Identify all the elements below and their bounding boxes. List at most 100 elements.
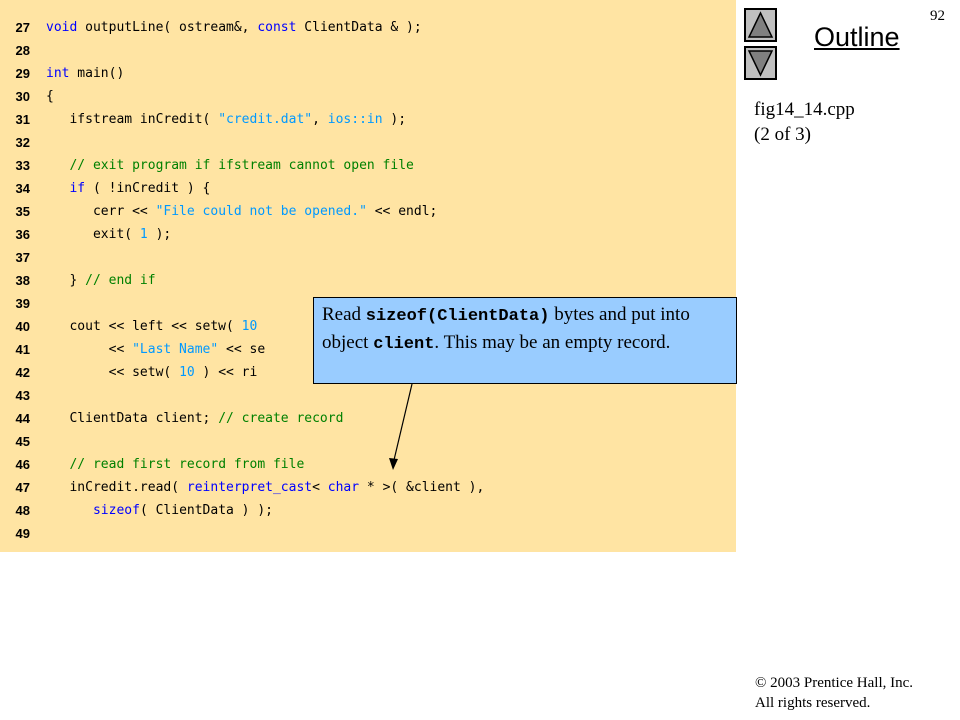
line-number: 32	[15, 135, 30, 150]
code-token: << se	[218, 342, 266, 357]
code-token: ClientData client;	[46, 411, 219, 426]
code-token: exit(	[46, 227, 140, 242]
code-panel: 27 void outputLine( ostream&, const Clien…	[0, 0, 736, 552]
code-text: exit( 1 );	[46, 223, 171, 246]
code-token: void	[46, 20, 78, 35]
code-token: // end if	[85, 273, 156, 288]
previous-slide-button[interactable]	[744, 8, 777, 42]
code-token: inCredit.read(	[46, 480, 187, 495]
code-token: int	[46, 66, 70, 81]
code-text: cerr << "File could not be opened." << e…	[46, 200, 437, 223]
code-token: // exit program if ifstream cannot open …	[69, 158, 414, 173]
code-text: << "Last Name" << se	[46, 338, 266, 361]
line-number: 39	[15, 296, 30, 311]
copyright-line-1: © 2003 Prentice Hall, Inc.	[755, 675, 914, 691]
code-token: // read first record from file	[69, 457, 305, 472]
code-token: reinterpret_cast	[186, 480, 313, 495]
line-number: 40	[15, 319, 30, 334]
next-slide-button[interactable]	[744, 46, 777, 80]
code-token: ClientData & );	[296, 20, 422, 35]
line-number: 27	[15, 20, 30, 35]
code-token: main()	[69, 66, 125, 81]
code-token: "credit.dat"	[218, 112, 313, 127]
code-token: * >( &client ),	[359, 480, 485, 495]
code-token: <<	[46, 342, 133, 357]
line-number: 45	[15, 434, 30, 449]
code-token: cerr <<	[46, 204, 156, 219]
code-token: << endl;	[366, 204, 438, 219]
code-text: // read first record from file	[46, 453, 304, 476]
code-text: sizeof( ClientData ) );	[46, 499, 273, 522]
line-number: 46	[15, 457, 30, 472]
outline-link[interactable]: Outline	[814, 22, 900, 53]
code-token: ) << ri	[194, 365, 258, 380]
line-number: 49	[15, 526, 30, 541]
code-text: cout << left << setw( 10	[46, 315, 257, 338]
triangle-up-icon	[746, 10, 775, 40]
code-text: ClientData client; // create record	[46, 407, 343, 430]
code-text: ifstream inCredit( "credit.dat", ios::in…	[46, 108, 406, 131]
code-token: ios::in	[327, 112, 383, 127]
file-name: fig14_14.cpp	[754, 99, 855, 120]
copyright-line-2: All rights reserved.	[755, 695, 871, 711]
triangle-down-icon	[746, 48, 775, 78]
line-number: 48	[15, 503, 30, 518]
line-number: 43	[15, 388, 30, 403]
code-token: ( !inCredit ) {	[85, 181, 211, 196]
line-number: 38	[15, 273, 30, 288]
callout-text-3: . This may be an empty record.	[434, 332, 671, 353]
code-token: if	[69, 181, 86, 196]
callout-box: Read sizeof(ClientData) bytes and put in…	[313, 297, 737, 384]
code-token: << setw(	[46, 365, 180, 380]
code-text: if ( !inCredit ) {	[46, 177, 210, 200]
line-number: 35	[15, 204, 30, 219]
line-number: 31	[15, 112, 30, 127]
line-number: 42	[15, 365, 30, 380]
line-number: 36	[15, 227, 30, 242]
code-token: 10	[241, 319, 258, 334]
code-token: <	[312, 480, 328, 495]
code-text: void outputLine( ostream&, const ClientD…	[46, 16, 422, 39]
callout-code-2: client	[373, 335, 435, 354]
line-number: 37	[15, 250, 30, 265]
file-label: fig14_14.cpp (2 of 3)	[754, 97, 855, 147]
code-token: }	[46, 273, 86, 288]
callout-code-1: sizeof(ClientData)	[365, 307, 550, 326]
code-token: sizeof	[92, 503, 140, 518]
line-number: 33	[15, 158, 30, 173]
code-text: inCredit.read( reinterpret_cast< char * …	[46, 476, 484, 499]
code-token: ( ClientData ) );	[139, 503, 273, 518]
code-token: cout << left << setw(	[46, 319, 242, 334]
code-text: } // end if	[46, 269, 156, 292]
code-text: << setw( 10 ) << ri	[46, 361, 258, 384]
code-token: );	[382, 112, 407, 127]
code-token: char	[327, 480, 360, 495]
line-number: 47	[15, 480, 30, 495]
code-text: int main()	[46, 62, 124, 85]
code-token: 10	[179, 365, 195, 380]
line-number: 29	[15, 66, 30, 81]
code-text: {	[46, 85, 54, 108]
code-token: ifstream inCredit(	[46, 112, 219, 127]
code-token: const	[257, 20, 297, 35]
copyright: © 2003 Prentice Hall, Inc. All rights re…	[755, 673, 913, 713]
line-number: 28	[15, 43, 30, 58]
line-number: 41	[15, 342, 30, 357]
code-token: "File could not be opened."	[155, 204, 367, 219]
code-token: 1	[139, 227, 148, 242]
code-token: );	[147, 227, 172, 242]
code-token: outputLine( ostream&,	[77, 20, 258, 35]
line-number: 34	[15, 181, 30, 196]
code-text: // exit program if ifstream cannot open …	[46, 154, 414, 177]
code-token: ,	[312, 112, 328, 127]
line-number: 44	[15, 411, 30, 426]
callout-text-1: Read	[322, 304, 366, 325]
file-part: (2 of 3)	[754, 124, 811, 145]
line-number: 30	[15, 89, 30, 104]
page-number: 92	[930, 8, 945, 24]
code-token: // create record	[218, 411, 344, 426]
